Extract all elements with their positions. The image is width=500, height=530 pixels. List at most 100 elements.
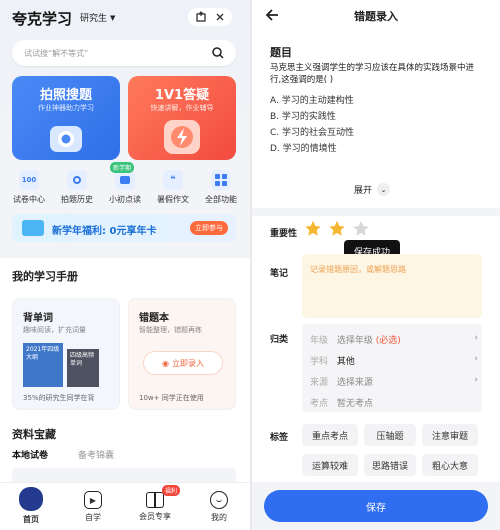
- star-filled-icon[interactable]: [328, 220, 346, 238]
- close-icon[interactable]: [215, 12, 225, 22]
- subject-row[interactable]: 学科 其他 ›: [310, 354, 478, 367]
- option-b: B. 学习的实践性: [270, 112, 336, 122]
- grade-selector[interactable]: 研究生 ▼: [80, 11, 116, 25]
- chevron-right-icon: ›: [474, 375, 478, 385]
- promo-join-button[interactable]: 立即参与: [190, 221, 228, 235]
- notes-label: 笔记: [270, 269, 289, 279]
- quick-action-reading[interactable]: 新学期 小初点读: [102, 162, 148, 205]
- exam-point-value: 暂无考点: [336, 399, 373, 409]
- category-label: 归类: [270, 335, 289, 345]
- question-text: 马克思主义强调学生的学习应该在具体的实践场景中进行,这强调的是( ): [270, 63, 475, 86]
- question-heading: 题目: [270, 46, 292, 59]
- expand-label: 展开: [354, 186, 373, 196]
- nav-label: 我的: [211, 513, 227, 522]
- expand-button[interactable]: 展开 ⌄: [354, 183, 391, 196]
- exam-point-key: 考点: [310, 399, 329, 409]
- paper-icon: 100: [19, 170, 39, 190]
- grade-key: 年级: [310, 336, 329, 346]
- camera-icon: [50, 126, 82, 152]
- nav-label: 自学: [85, 513, 101, 522]
- share-window-icon[interactable]: [195, 11, 207, 23]
- page-title: 错题录入: [354, 10, 398, 23]
- save-button[interactable]: 保存: [264, 490, 488, 522]
- new-badge: 新学期: [110, 162, 135, 173]
- grade-label: 研究生: [80, 14, 108, 24]
- photo-search-sub: 作业神器助力学习: [38, 104, 94, 112]
- nav-member[interactable]: 福利 会员专享: [130, 483, 180, 522]
- photo-search-card[interactable]: 拍照搜题 作业神器助力学习: [12, 76, 120, 160]
- quick-action-all[interactable]: 全部功能: [198, 170, 244, 205]
- quick-action-label: 试卷中心: [13, 195, 45, 204]
- chevron-right-icon: ›: [474, 333, 478, 343]
- tab-local-papers[interactable]: 本地试卷: [12, 448, 48, 461]
- mistake-entry-screen: 错题录入 题目 马克思主义强调学生的学习应该在具体的实践场景中进行,这强调的是(…: [252, 0, 500, 530]
- quick-action-label: 拍题历史: [61, 195, 93, 204]
- camera-icon: ◉: [162, 358, 169, 368]
- mistake-book-sub: 智能整理，错题再练: [139, 326, 202, 334]
- photo-search-title: 拍照搜题: [39, 88, 92, 103]
- subject-value: 其他: [336, 357, 355, 367]
- source-value: 选择来源: [336, 378, 373, 388]
- promo-banner[interactable]: 新学年福利: 0元享年卡 立即参与: [12, 214, 236, 242]
- nav-profile[interactable]: 我的: [194, 483, 244, 523]
- tutoring-title: 1V1答疑: [154, 88, 210, 103]
- tag-read-carefully[interactable]: 注意审题: [422, 424, 478, 446]
- tutoring-card[interactable]: 1V1答疑 快速讲解，作业辅导: [128, 76, 236, 160]
- home-screen: 夸克学习 研究生 ▼ 试试搜“解不等式” 拍照搜题 作业神器助力学习 1V1答疑…: [0, 0, 250, 530]
- search-bar[interactable]: 试试搜“解不等式”: [12, 40, 236, 66]
- tags-label: 标签: [270, 433, 289, 443]
- record-now-label: 立即录入: [171, 358, 204, 368]
- option-c: C. 学习的社会互动性: [270, 128, 355, 138]
- chevron-down-icon: ⌄: [377, 183, 391, 196]
- quick-action-essay[interactable]: ❝ 暑假作文: [150, 170, 196, 205]
- tag-final-question[interactable]: 压轴题: [364, 424, 416, 446]
- grade-row[interactable]: 年级 选择年级 (必选) ›: [310, 333, 478, 346]
- importance-stars[interactable]: [304, 220, 370, 238]
- tab-exam-tips[interactable]: 备考锦囊: [78, 448, 114, 461]
- caret-down-icon: ▼: [110, 13, 116, 22]
- exam-point-row[interactable]: 考点 暂无考点: [310, 396, 478, 409]
- tag-wrong-approach[interactable]: 思路错误: [364, 454, 416, 476]
- search-icon[interactable]: [212, 47, 224, 59]
- search-placeholder: 试试搜“解不等式”: [24, 49, 89, 58]
- vocab-card[interactable]: 背单词 趣味阅读，扩充词量 2021年四级大纲 四级高频单词 35%的研究生同学…: [12, 298, 120, 410]
- grid-icon: [211, 170, 231, 190]
- nav-self-study[interactable]: ▶ 自学: [68, 483, 118, 523]
- quick-action-label: 小初点读: [109, 195, 141, 204]
- quick-action-photo-history[interactable]: 拍题历史: [54, 170, 100, 205]
- mistake-book-title: 错题本: [139, 313, 169, 324]
- capsule-menu: [188, 8, 232, 26]
- notes-textarea[interactable]: 记录错题原因，或解题思路: [302, 254, 482, 318]
- tutoring-sub: 快速讲解，作业辅导: [150, 104, 214, 112]
- required-tag: (必选): [375, 336, 401, 346]
- resource-list-preview: [12, 468, 236, 482]
- chevron-right-icon: ›: [474, 354, 478, 364]
- vocab-stat: 35%的研究生同学在背: [23, 394, 95, 402]
- bottom-nav: 首页 ▶ 自学 福利 会员专享 我的: [0, 482, 250, 530]
- quick-action-label: 暑假作文: [157, 195, 189, 204]
- mistake-book-card[interactable]: 错题本 智能整理，错题再练 ◉ 立即录入 10w+ 同学正在使用: [128, 298, 236, 410]
- star-empty-icon[interactable]: [352, 220, 370, 238]
- read-icon: [115, 170, 135, 190]
- tag-careless[interactable]: 粗心大意: [422, 454, 478, 476]
- nav-home[interactable]: 首页: [6, 483, 56, 525]
- option-a: A. 学习的主动建构性: [270, 96, 354, 106]
- play-icon: ▶: [84, 491, 102, 509]
- divider: [252, 208, 500, 216]
- source-row[interactable]: 来源 选择来源 ›: [310, 375, 478, 388]
- gift-icon: [146, 492, 164, 508]
- promo-text: 新学年福利: 0元享年卡: [52, 226, 157, 237]
- resources-title: 资料宝藏: [12, 428, 56, 441]
- benefit-badge: 福利: [162, 485, 180, 496]
- quick-action-paper-center[interactable]: 100 试卷中心: [6, 170, 52, 205]
- book-cover-2: 四级高频单词: [67, 349, 99, 387]
- gift-box-icon: [22, 220, 44, 236]
- mistake-book-stat: 10w+ 同学正在使用: [139, 394, 204, 402]
- record-now-button[interactable]: ◉ 立即录入: [143, 351, 223, 375]
- tag-key-point[interactable]: 重点考点: [302, 424, 358, 446]
- star-filled-icon[interactable]: [304, 220, 322, 238]
- lightning-icon: [164, 120, 200, 154]
- profile-icon: [210, 491, 228, 509]
- tag-hard-calculation[interactable]: 运算较难: [302, 454, 358, 476]
- handbook-title: 我的学习手册: [12, 270, 78, 283]
